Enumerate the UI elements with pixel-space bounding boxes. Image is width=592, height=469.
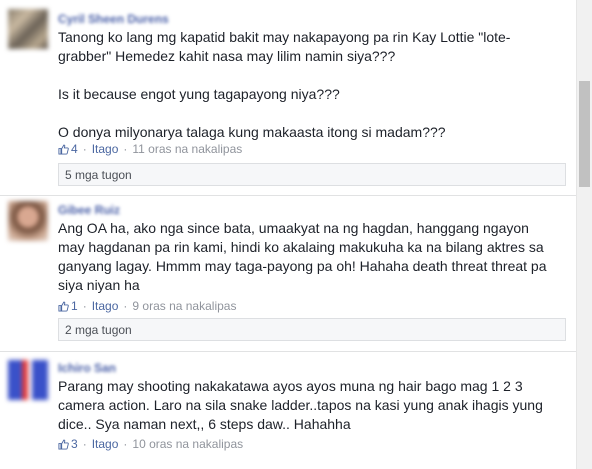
comment-text: Tanong ko lang mg kapatid bakit may naka…: [58, 28, 558, 142]
thumbs-up-icon[interactable]: [58, 144, 69, 155]
comment-item: Cyril Sheen Durens Tanong ko lang mg kap…: [0, 0, 576, 196]
hide-link[interactable]: Itago: [92, 437, 119, 451]
comment-paragraph: O donya milyonarya talaga kung makaasta …: [58, 124, 446, 140]
comment-text: Parang may shooting nakakatawa ayos ayos…: [58, 377, 558, 434]
avatar[interactable]: [8, 9, 48, 49]
comment-paragraph: Ang OA ha, ako nga since bata, umaakyat …: [58, 220, 547, 293]
comment-item: Gibee Ruiz Ang OA ha, ako nga since bata…: [0, 196, 576, 352]
like-count[interactable]: 1: [71, 299, 78, 313]
comment-feed: Cyril Sheen Durens Tanong ko lang mg kap…: [0, 0, 576, 469]
separator-dot: ·: [82, 299, 87, 313]
comment-meta: 3 · Itago · 10 oras na nakalipas: [58, 437, 243, 451]
scrollbar-thumb[interactable]: [579, 81, 590, 187]
hide-link[interactable]: Itago: [92, 142, 119, 156]
comment-meta: 1 · Itago · 9 oras na nakalipas: [58, 299, 236, 313]
comment-paragraph: Parang may shooting nakakatawa ayos ayos…: [58, 378, 543, 432]
thumbs-up-icon[interactable]: [58, 301, 69, 312]
separator-dot: ·: [123, 142, 128, 156]
avatar[interactable]: [8, 360, 48, 400]
thumbs-up-icon[interactable]: [58, 439, 69, 450]
comment-item: Ichiro San Parang may shooting nakakataw…: [0, 352, 576, 469]
timestamp[interactable]: 9 oras na nakalipas: [132, 299, 236, 313]
like-count[interactable]: 4: [71, 142, 78, 156]
separator-dot: ·: [123, 299, 128, 313]
like-count[interactable]: 3: [71, 437, 78, 451]
avatar[interactable]: [8, 201, 48, 241]
comment-paragraph: Tanong ko lang mg kapatid bakit may naka…: [58, 29, 511, 64]
vertical-scrollbar[interactable]: [576, 0, 592, 469]
timestamp[interactable]: 10 oras na nakalipas: [132, 437, 243, 451]
separator-dot: ·: [123, 437, 128, 451]
separator-dot: ·: [82, 437, 87, 451]
timestamp[interactable]: 11 oras na nakalipas: [132, 142, 242, 156]
comment-paragraph: Is it because engot yung tagapayong niya…: [58, 86, 340, 102]
commenter-name[interactable]: Cyril Sheen Durens: [58, 12, 169, 26]
commenter-name[interactable]: Gibee Ruiz: [58, 203, 120, 217]
hide-link[interactable]: Itago: [92, 299, 119, 313]
replies-toggle[interactable]: 2 mga tugon: [58, 318, 566, 341]
commenter-name[interactable]: Ichiro San: [58, 361, 116, 375]
replies-toggle[interactable]: 5 mga tugon: [58, 163, 566, 186]
comment-text: Ang OA ha, ako nga since bata, umaakyat …: [58, 219, 558, 295]
separator-dot: ·: [82, 142, 87, 156]
comment-meta: 4 · Itago · 11 oras na nakalipas: [58, 142, 242, 156]
